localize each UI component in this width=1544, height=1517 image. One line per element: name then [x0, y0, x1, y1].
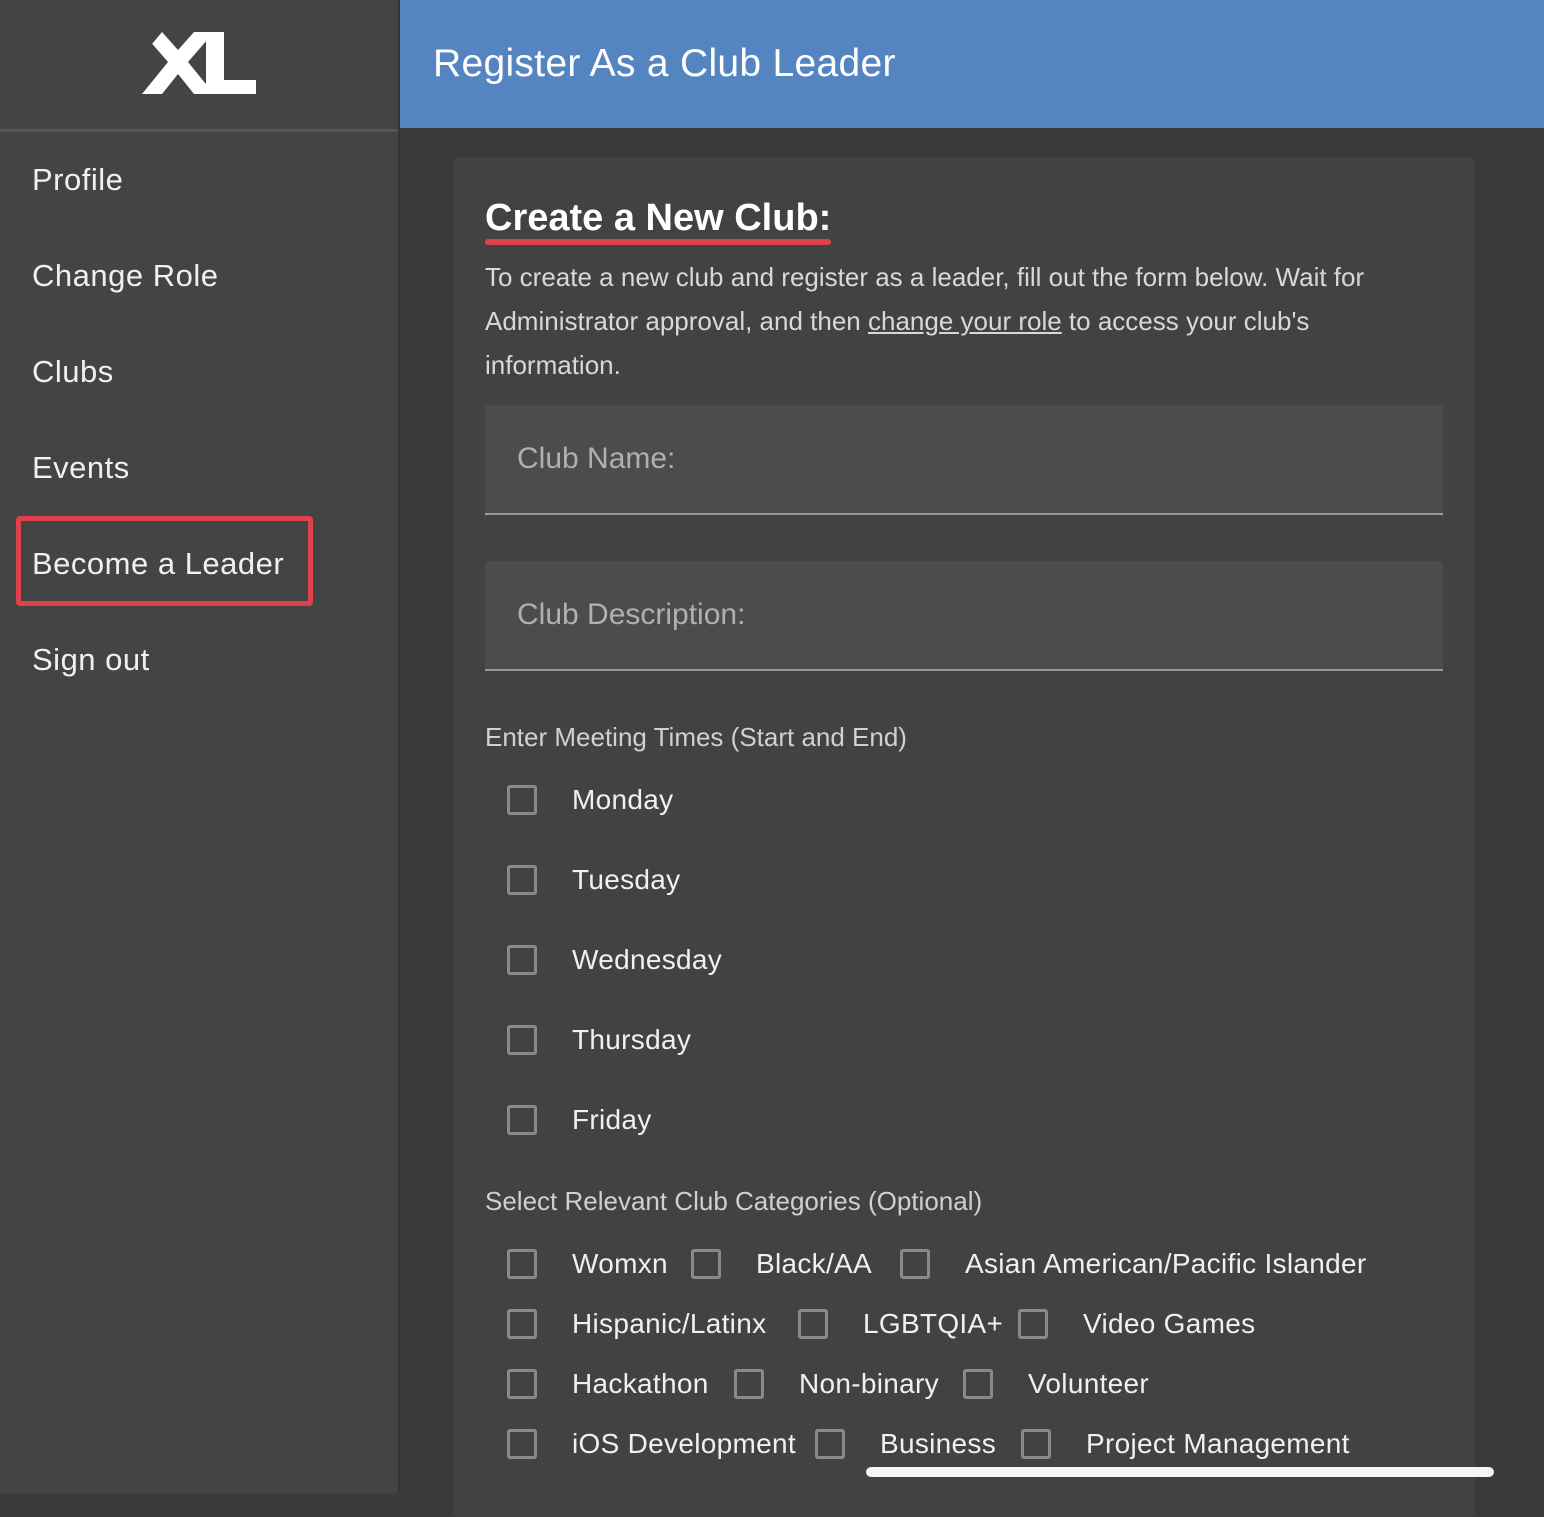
project-management-checkbox[interactable] [1021, 1429, 1051, 1459]
xl-logo[interactable] [142, 31, 256, 98]
black-aa-label: Black/AA [756, 1248, 872, 1279]
business-checkbox[interactable] [815, 1429, 845, 1459]
tuesday-checkbox[interactable] [507, 865, 537, 895]
category-project-management[interactable]: Project Management [1021, 1428, 1350, 1460]
title-underline [485, 239, 831, 245]
category-video-games[interactable]: Video Games [1018, 1308, 1255, 1340]
sidebar: Profile Change Role Clubs Events Become … [0, 0, 400, 1493]
day-friday[interactable]: Friday [507, 1104, 652, 1136]
friday-label: Friday [572, 1104, 652, 1135]
tuesday-label: Tuesday [572, 864, 681, 895]
womxn-checkbox[interactable] [507, 1249, 537, 1279]
womxn-label: Womxn [572, 1248, 668, 1279]
create-club-card: Create a New Club: To create a new club … [453, 157, 1475, 1517]
day-wednesday[interactable]: Wednesday [507, 944, 722, 976]
project-management-label: Project Management [1086, 1428, 1350, 1459]
friday-checkbox[interactable] [507, 1105, 537, 1135]
category-volunteer[interactable]: Volunteer [963, 1368, 1149, 1400]
hispanic-latinx-label: Hispanic/Latinx [572, 1308, 767, 1339]
video-games-label: Video Games [1083, 1308, 1256, 1339]
page-title: Register As a Club Leader [433, 42, 896, 85]
day-thursday[interactable]: Thursday [507, 1024, 691, 1056]
category-lgbtqia[interactable]: LGBTQIA+ [798, 1308, 1003, 1340]
ios-development-label: iOS Development [572, 1428, 796, 1459]
thursday-checkbox[interactable] [507, 1025, 537, 1055]
nav-become-a-leader[interactable]: Become a Leader [32, 546, 284, 582]
thursday-label: Thursday [572, 1024, 692, 1055]
asian-american-checkbox[interactable] [900, 1249, 930, 1279]
categories-label: Select Relevant Club Categories (Optiona… [485, 1186, 983, 1216]
nav-events[interactable]: Events [32, 450, 130, 486]
volunteer-checkbox[interactable] [963, 1369, 993, 1399]
category-hackathon[interactable]: Hackathon [507, 1368, 709, 1400]
monday-checkbox[interactable] [507, 785, 537, 815]
ios-development-checkbox[interactable] [507, 1429, 537, 1459]
category-black-aa[interactable]: Black/AA [691, 1248, 872, 1280]
nav-profile[interactable]: Profile [32, 162, 123, 198]
wednesday-label: Wednesday [572, 944, 723, 975]
club-description-input[interactable] [485, 561, 1443, 669]
club-description-field [485, 561, 1443, 671]
club-name-field [485, 405, 1443, 515]
nav-sign-out[interactable]: Sign out [32, 642, 150, 678]
business-label: Business [880, 1428, 997, 1459]
category-womxn[interactable]: Womxn [507, 1248, 668, 1280]
day-tuesday[interactable]: Tuesday [507, 864, 680, 896]
page-header: Register As a Club Leader [400, 0, 1544, 128]
category-business[interactable]: Business [815, 1428, 996, 1460]
form-title: Create a New Club: [485, 197, 832, 239]
wednesday-checkbox[interactable] [507, 945, 537, 975]
change-role-link[interactable]: change your role [868, 306, 1062, 336]
logo-area [0, 0, 398, 132]
category-hispanic-latinx[interactable]: Hispanic/Latinx [507, 1308, 766, 1340]
monday-label: Monday [572, 784, 674, 815]
hispanic-latinx-checkbox[interactable] [507, 1309, 537, 1339]
nav-change-role[interactable]: Change Role [32, 258, 218, 294]
form-intro: To create a new club and register as a l… [485, 255, 1445, 387]
video-games-checkbox[interactable] [1018, 1309, 1048, 1339]
meeting-times-label: Enter Meeting Times (Start and End) [485, 722, 907, 752]
non-binary-label: Non-binary [799, 1368, 939, 1399]
hackathon-checkbox[interactable] [507, 1369, 537, 1399]
nav-clubs[interactable]: Clubs [32, 354, 114, 390]
category-asian-american[interactable]: Asian American/Pacific Islander [900, 1248, 1366, 1280]
club-name-input[interactable] [485, 405, 1443, 513]
category-ios-development[interactable]: iOS Development [507, 1428, 796, 1460]
category-non-binary[interactable]: Non-binary [734, 1368, 939, 1400]
day-monday[interactable]: Monday [507, 784, 673, 816]
home-indicator [866, 1467, 1494, 1477]
lgbtqia-label: LGBTQIA+ [863, 1308, 1004, 1339]
black-aa-checkbox[interactable] [691, 1249, 721, 1279]
non-binary-checkbox[interactable] [734, 1369, 764, 1399]
hackathon-label: Hackathon [572, 1368, 709, 1399]
lgbtqia-checkbox[interactable] [798, 1309, 828, 1339]
volunteer-label: Volunteer [1028, 1368, 1150, 1399]
asian-american-label: Asian American/Pacific Islander [965, 1248, 1367, 1279]
